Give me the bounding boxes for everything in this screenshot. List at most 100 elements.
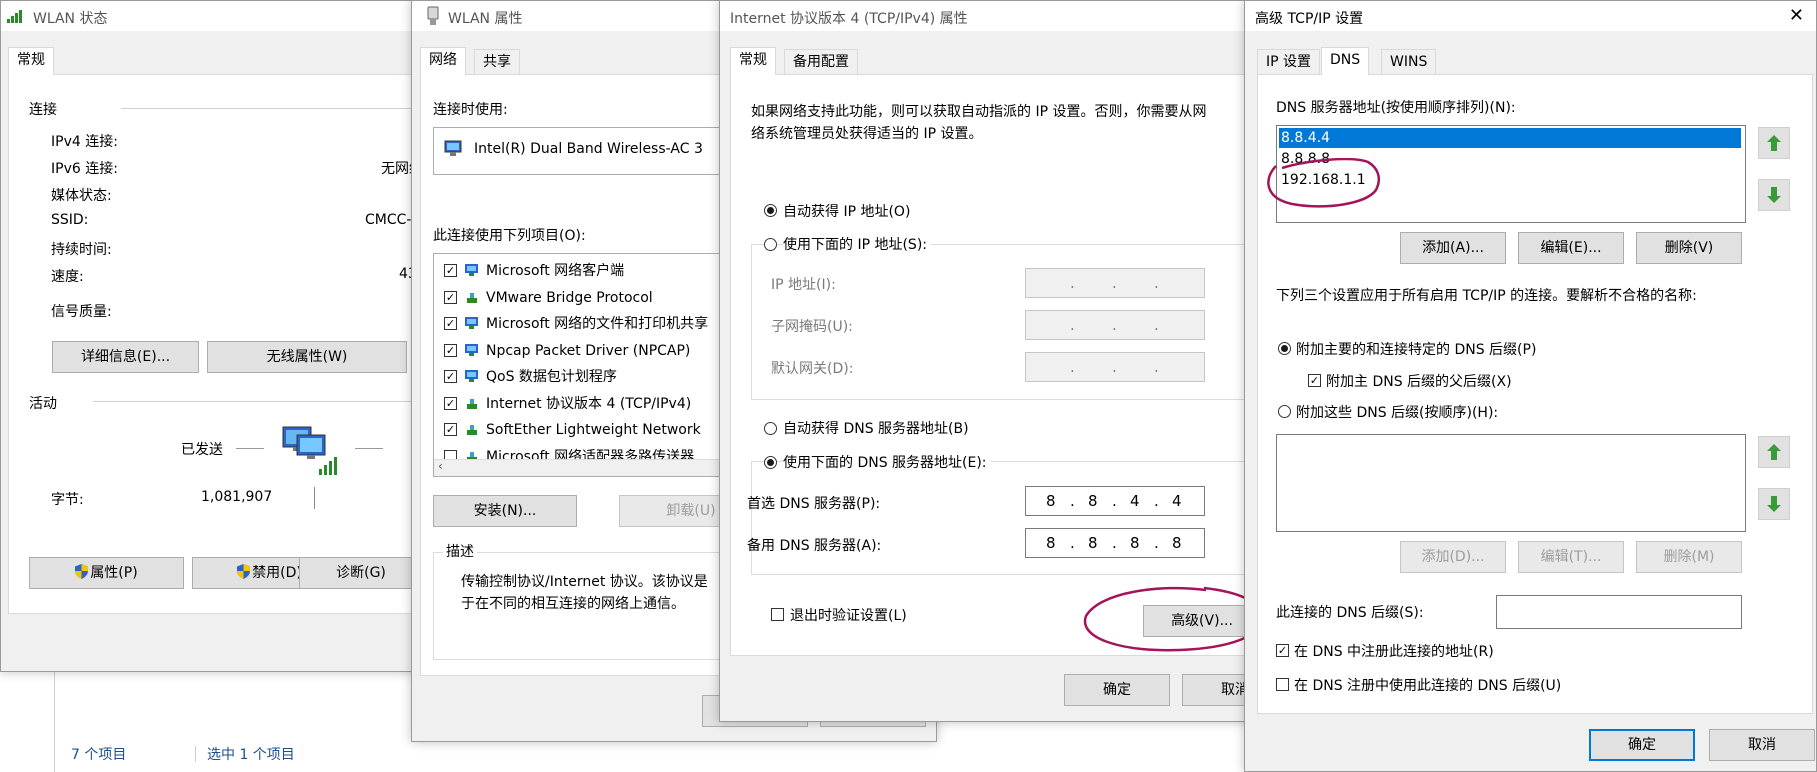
items-label: 此连接使用下列项目(O):	[433, 228, 586, 244]
item-checkbox[interactable]: ✓	[444, 423, 457, 436]
tab-sharing[interactable]: 共享	[474, 49, 520, 75]
diagnose-button[interactable]: 诊断(G)	[299, 557, 423, 589]
subnet-mask-field: ...	[1025, 310, 1205, 340]
description-title: 描述	[443, 541, 477, 561]
activity-section-title: 活动	[29, 396, 57, 412]
scroll-left-icon[interactable]: ‹	[438, 459, 443, 473]
network-client-icon	[465, 343, 478, 356]
append-primary-radio[interactable]	[1278, 342, 1291, 355]
tab-alternate-config[interactable]: 备用配置	[784, 49, 858, 75]
item-label: Npcap Packet Driver (NPCAP)	[486, 342, 691, 359]
remove-dns-button[interactable]: 删除(V)	[1636, 232, 1742, 264]
item-label: VMware Bridge Protocol	[486, 289, 653, 306]
suffix-note: 下列三个设置应用于所有启用 TCP/IP 的连接。要解析不合格的名称:	[1276, 288, 1697, 304]
item-checkbox[interactable]: ✓	[444, 343, 457, 357]
wifi-signal-icon	[7, 10, 22, 23]
default-gateway-field: ...	[1025, 352, 1205, 382]
move-up-button[interactable]	[1758, 127, 1790, 159]
status-selected-count: 选中 1 个项目	[207, 747, 295, 763]
title-bar: 高级 TCP/IP 设置 ✕	[1245, 1, 1816, 31]
bytes-sent-value: 1,081,907	[201, 489, 273, 505]
suffix-move-down-button[interactable]	[1758, 488, 1790, 520]
register-address-label: 在 DNS 中注册此连接的地址(R)	[1294, 644, 1494, 660]
install-button[interactable]: 安装(N)...	[433, 495, 577, 527]
auto-dns-radio[interactable]	[764, 422, 777, 435]
manual-ip-label: 使用下面的 IP 地址(S):	[783, 234, 931, 254]
alternate-dns-label: 备用 DNS 服务器(A):	[747, 538, 882, 554]
preferred-dns-label: 首选 DNS 服务器(P):	[747, 496, 881, 512]
tab-general[interactable]: 常规	[730, 47, 776, 75]
ip-address-field: ...	[1025, 268, 1205, 298]
title-bar: WLAN 状态	[1, 1, 419, 31]
append-parent-checkbox[interactable]: ✓	[1308, 374, 1321, 387]
close-icon[interactable]: ✕	[1789, 5, 1804, 26]
tab-ip-settings[interactable]: IP 设置	[1257, 49, 1321, 75]
preferred-dns-field[interactable]: 8. 8. 4. 4	[1025, 486, 1205, 516]
remove-suffix-button: 删除(M)	[1636, 541, 1742, 573]
manual-dns-radio[interactable]	[764, 456, 777, 469]
suffix-move-up-button[interactable]	[1758, 436, 1790, 468]
connection-suffix-input[interactable]	[1496, 595, 1742, 629]
wireless-properties-button[interactable]: 无线属性(W)	[207, 341, 407, 373]
item-checkbox[interactable]: ✓	[444, 396, 457, 410]
properties-button[interactable]: 属性(P)	[29, 557, 184, 589]
arrow-up-icon	[1767, 135, 1781, 151]
status-items-count: 7 个项目	[71, 747, 127, 763]
window-title: 高级 TCP/IP 设置	[1255, 11, 1364, 27]
window-title: Internet 协议版本 4 (TCP/IPv4) 属性	[730, 11, 968, 27]
item-label: SoftEther Lightweight Network	[486, 422, 701, 438]
item-label: Microsoft 网络客户端	[486, 263, 625, 279]
item-checkbox[interactable]: ✓	[444, 370, 457, 383]
alternate-dns-field[interactable]: 8. 8. 8. 8	[1025, 528, 1205, 558]
subnet-mask-label: 子网掩码(U):	[771, 319, 853, 335]
protocol-icon	[467, 425, 477, 435]
sent-label: 已发送	[181, 442, 223, 458]
add-dns-button[interactable]: 添加(A)...	[1400, 232, 1506, 264]
tab-general[interactable]: 常规	[8, 47, 54, 75]
edit-suffix-button: 编辑(T)...	[1518, 541, 1624, 573]
general-panel: 连接 IPv4 连接: IPv6 连接: 无网络 媒体状态: SSID: CMC…	[8, 74, 441, 614]
edit-dns-button[interactable]: 编辑(E)...	[1518, 232, 1624, 264]
validate-on-exit-checkbox[interactable]	[771, 608, 784, 621]
dns-server-item[interactable]: 8.8.4.4	[1279, 128, 1741, 148]
tab-dns[interactable]: DNS	[1321, 47, 1370, 75]
uac-shield-icon	[237, 564, 251, 579]
activity-divider	[93, 401, 433, 402]
network-computers-icon	[282, 426, 337, 475]
move-down-button[interactable]	[1758, 179, 1790, 211]
uac-shield-icon	[75, 564, 89, 579]
append-these-radio[interactable]	[1278, 405, 1291, 418]
dns-suffix-list[interactable]	[1276, 434, 1746, 532]
protocol-icon	[467, 398, 477, 409]
tab-wins[interactable]: WINS	[1381, 49, 1437, 75]
status-divider	[195, 746, 196, 762]
item-checkbox[interactable]: ✓	[444, 290, 457, 304]
ip-address-label: IP 地址(I):	[771, 277, 836, 293]
annotation-circle-advanced	[1083, 586, 1264, 652]
description-text-line2: 于在不同的相互连接的网络上通信。	[461, 596, 685, 612]
item-label: QoS 数据包计划程序	[486, 369, 617, 385]
network-adapter-icon	[427, 6, 439, 25]
details-button[interactable]: 详细信息(E)...	[52, 341, 199, 373]
network-client-icon	[465, 370, 478, 382]
ok-button[interactable]: 确定	[1064, 674, 1170, 706]
title-bar: Internet 协议版本 4 (TCP/IPv4) 属性	[720, 1, 1254, 31]
register-address-checkbox[interactable]: ✓	[1276, 644, 1289, 657]
connection-divider	[121, 108, 441, 109]
item-checkbox[interactable]: ✓	[444, 317, 457, 330]
connection-section-title: 连接	[29, 102, 57, 118]
intro-text-line2: 络系统管理员处获得适当的 IP 设置。	[751, 126, 983, 142]
item-checkbox[interactable]: ✓	[444, 264, 457, 277]
use-suffix-checkbox[interactable]	[1276, 678, 1289, 691]
arrow-down-icon	[1767, 187, 1781, 203]
tab-network[interactable]: 网络	[420, 47, 466, 75]
connect-using-label: 连接时使用:	[433, 102, 508, 118]
append-parent-label: 附加主 DNS 后缀的父后缀(X)	[1326, 374, 1512, 390]
manual-ip-radio[interactable]	[764, 238, 777, 251]
ok-button[interactable]: 确定	[1589, 729, 1695, 761]
adapter-name: Intel(R) Dual Band Wireless-AC 3	[474, 141, 703, 157]
cancel-button[interactable]: 取消	[1709, 729, 1815, 761]
general-panel: 如果网络支持此功能，则可以获取自动指派的 IP 设置。否则，你需要从网 络系统管…	[730, 74, 1271, 656]
received-line	[355, 448, 383, 449]
auto-ip-radio[interactable]	[764, 204, 777, 217]
